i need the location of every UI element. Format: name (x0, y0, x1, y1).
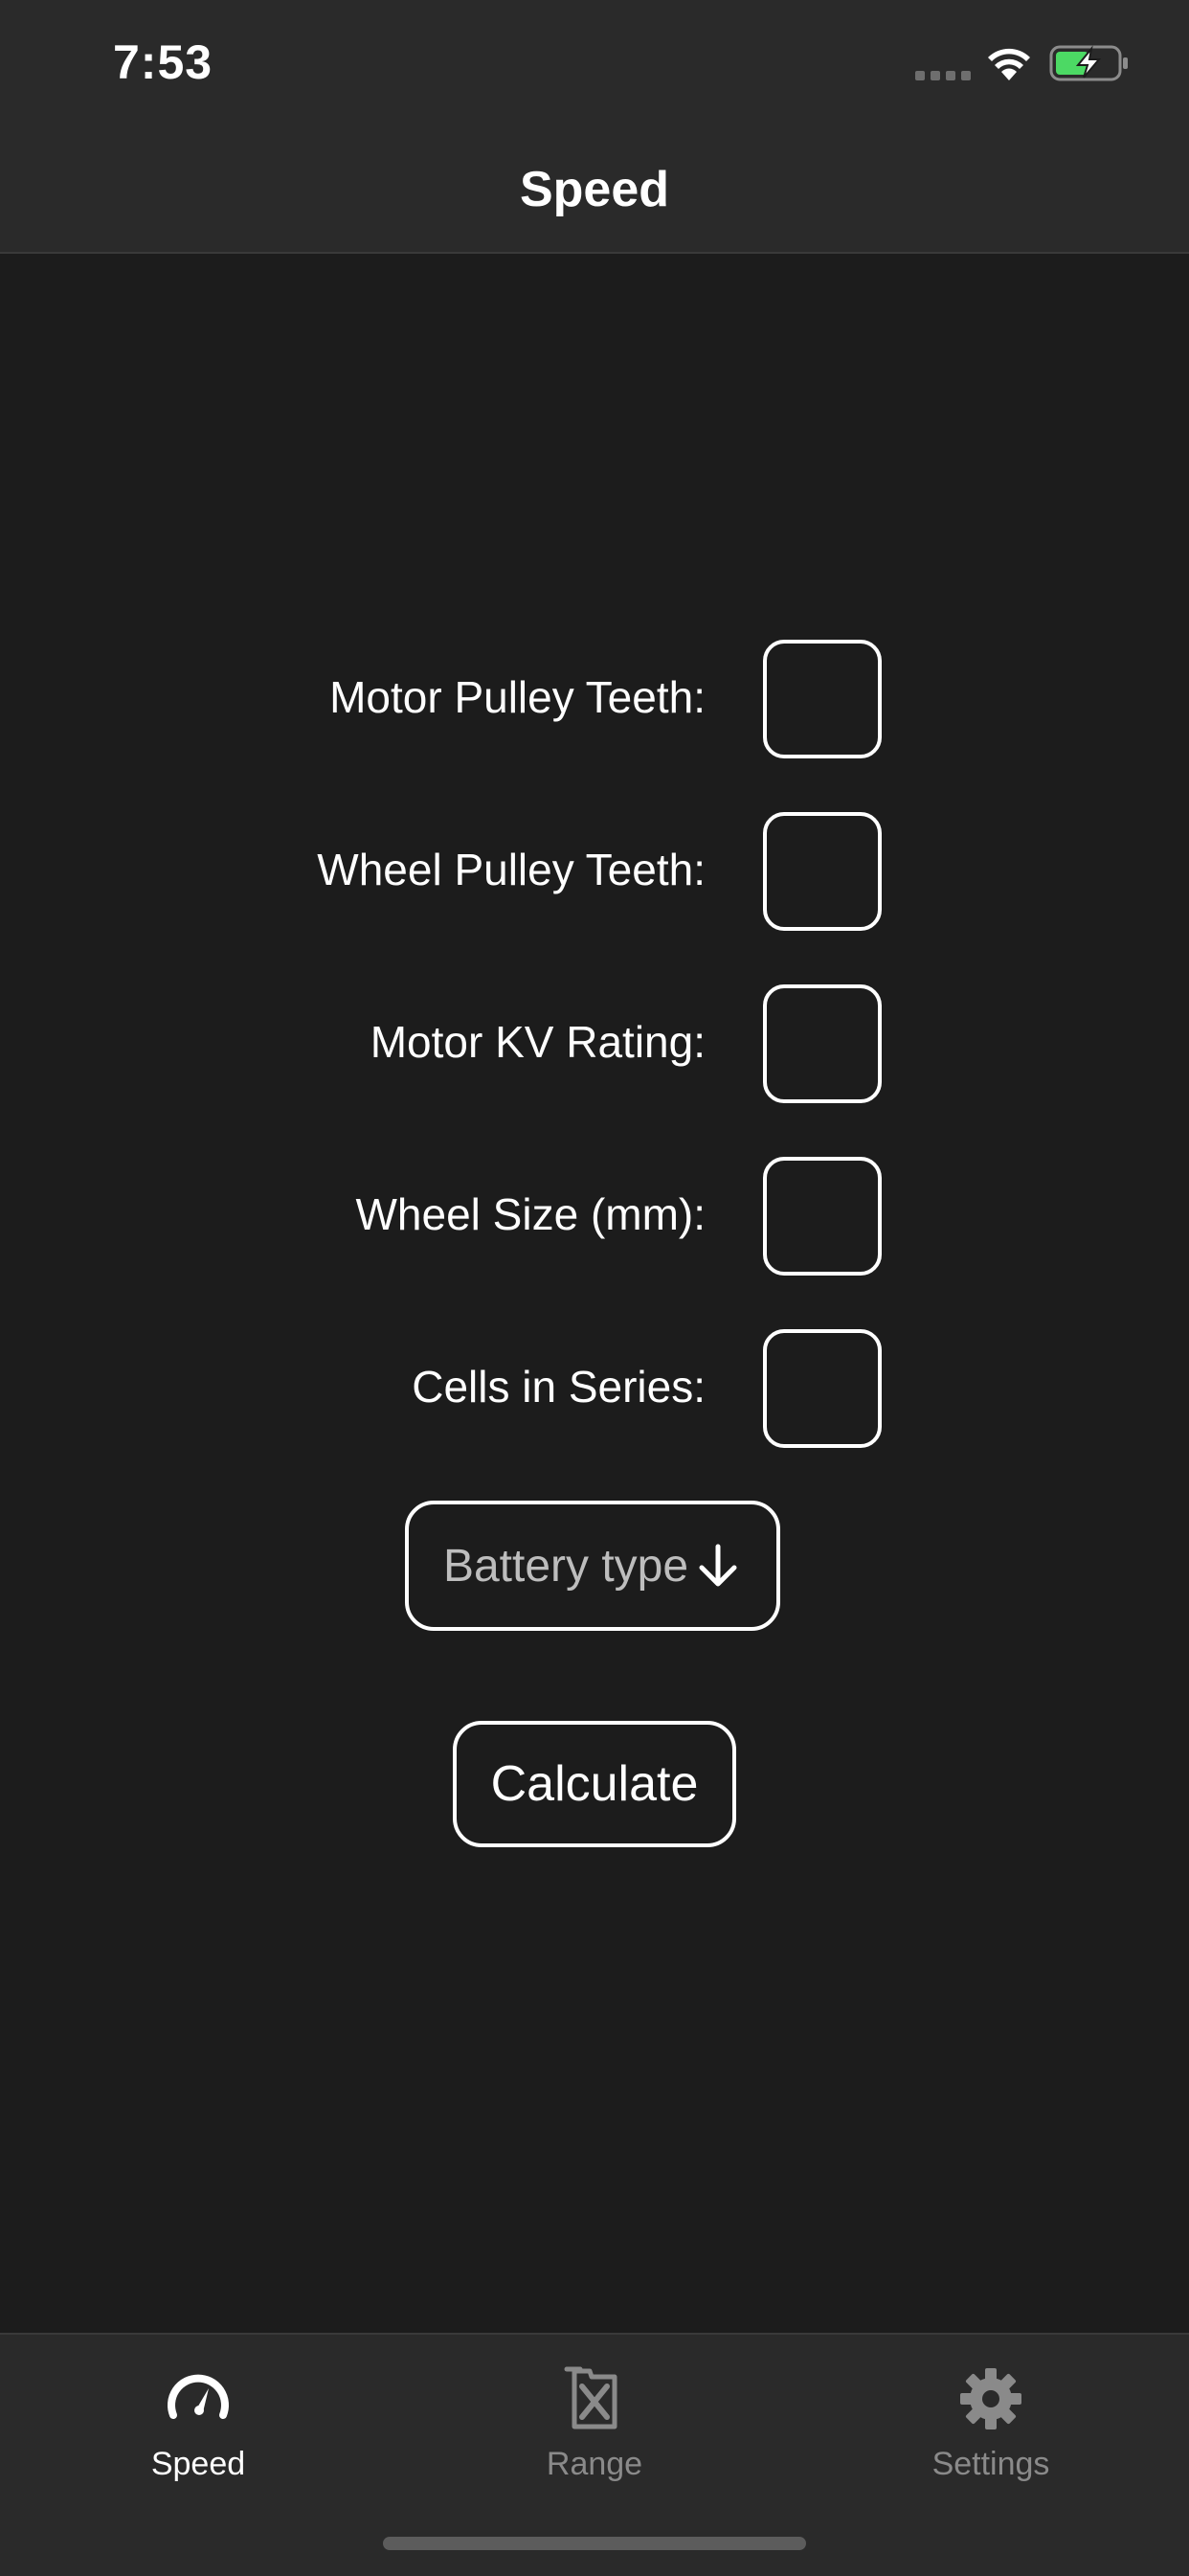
battery-type-select[interactable]: Battery type (405, 1501, 780, 1631)
wheel-size-label: Wheel Size (mm): (355, 1189, 706, 1239)
fuel-can-icon (564, 2366, 617, 2429)
motor-pulley-teeth-label: Motor Pulley Teeth: (329, 672, 706, 722)
calculate-button[interactable]: Calculate (453, 1721, 736, 1847)
form-row-wheel-pulley-teeth: Wheel Pulley Teeth: (0, 812, 1189, 931)
tab-range[interactable]: Range (451, 2354, 738, 2497)
signal-icon (915, 71, 971, 80)
form-row-cells-in-series: Cells in Series: (0, 1329, 1189, 1448)
arrow-down-icon (699, 1544, 737, 1587)
cells-in-series-input[interactable] (763, 1329, 882, 1448)
tab-bar: Speed Range Settings (0, 2333, 1189, 2576)
tab-speed-label: Speed (150, 2446, 246, 2482)
tab-speed[interactable]: Speed (55, 2354, 342, 2497)
tab-settings[interactable]: Settings (847, 2354, 1134, 2497)
cells-in-series-label: Cells in Series: (412, 1362, 706, 1412)
wheel-size-input[interactable] (763, 1157, 882, 1276)
wifi-icon (988, 48, 1030, 80)
nav-bar: Speed (0, 134, 1189, 254)
tab-settings-label: Settings (931, 2446, 1050, 2482)
home-indicator (383, 2537, 806, 2550)
status-bar: 7:53 (0, 0, 1189, 134)
motor-kv-rating-input[interactable] (763, 984, 882, 1103)
battery-type-label: Battery type (442, 1540, 689, 1592)
motor-pulley-teeth-input[interactable] (763, 640, 882, 758)
wheel-pulley-teeth-input[interactable] (763, 812, 882, 931)
wheel-pulley-teeth-label: Wheel Pulley Teeth: (317, 845, 706, 894)
form-row-motor-kv-rating: Motor KV Rating: (0, 984, 1189, 1103)
page-title: Speed (519, 162, 670, 217)
form-row-motor-pulley-teeth: Motor Pulley Teeth: (0, 640, 1189, 758)
status-time: 7:53 (113, 35, 213, 89)
tab-range-label: Range (546, 2446, 643, 2482)
battery-charging-icon (1049, 45, 1128, 81)
speedometer-icon (168, 2374, 229, 2419)
motor-kv-rating-label: Motor KV Rating: (370, 1017, 706, 1067)
form-row-wheel-size: Wheel Size (mm): (0, 1157, 1189, 1276)
gear-icon (960, 2368, 1021, 2429)
